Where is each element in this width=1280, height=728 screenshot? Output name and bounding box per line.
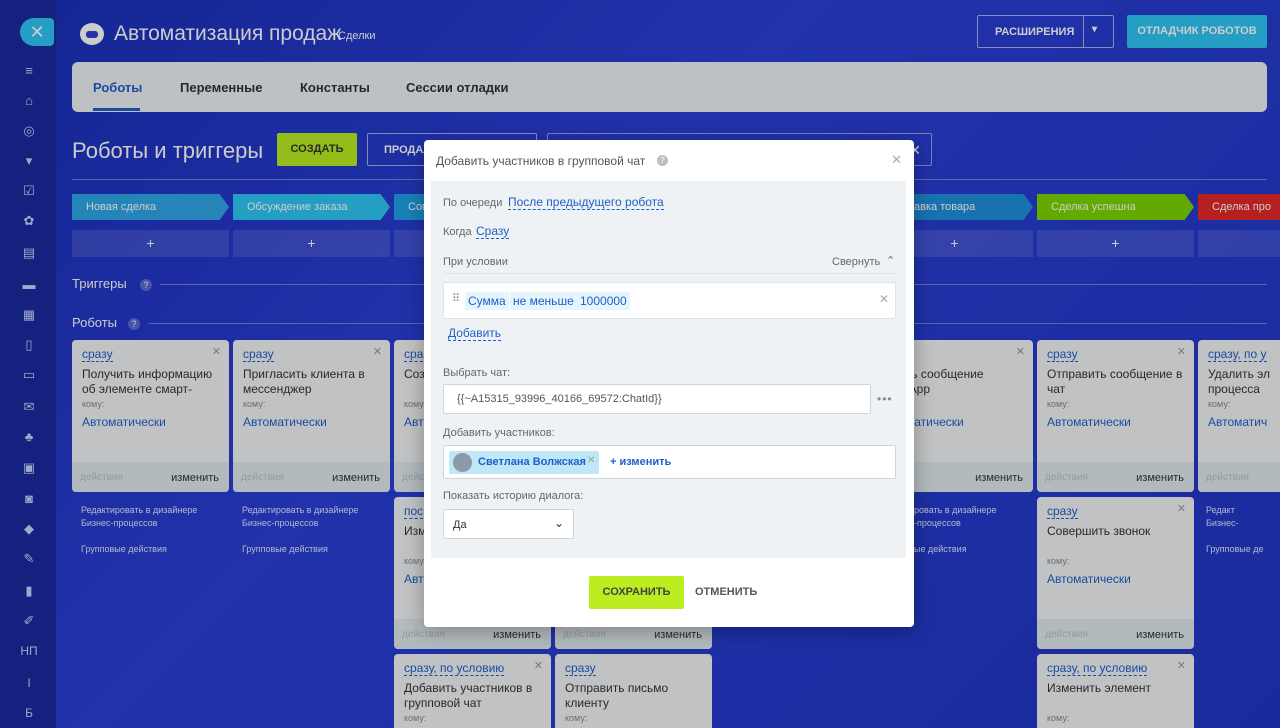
dialog-body: По очереди После предыдущего робота Когд… (431, 181, 906, 558)
member-tag: Светлана Волжская ✕ (449, 451, 599, 474)
condition-value[interactable]: 1000000 (577, 292, 630, 310)
help-icon[interactable]: ? (657, 155, 668, 166)
delete-condition-icon[interactable]: ✕ (879, 292, 889, 306)
chat-input[interactable]: {{~A15315_93996_40166_69572:ChatId}} (443, 384, 871, 414)
change-members-link[interactable]: + изменить (610, 456, 671, 468)
chat-label: Выбрать чат: (443, 367, 511, 379)
condition-operator[interactable]: не меньше (510, 292, 577, 310)
avatar (453, 453, 472, 472)
dialog-title: Добавить участников в групповой чат (436, 154, 646, 168)
save-button[interactable]: СОХРАНИТЬ (589, 576, 684, 609)
when-label: Когда (443, 226, 472, 238)
order-value-link[interactable]: После предыдущего робота (508, 196, 664, 210)
divider (443, 273, 896, 274)
chevron-up-icon[interactable]: ⌃ (886, 254, 895, 267)
members-label: Добавить участников: (443, 427, 555, 439)
add-condition-link[interactable]: Добавить (448, 327, 502, 341)
members-field[interactable]: Светлана Волжская ✕ + изменить (443, 445, 896, 479)
history-label: Показать историю диалога: (443, 490, 584, 502)
cancel-button[interactable]: ОТМЕНИТЬ (695, 586, 757, 598)
when-value-link[interactable]: Сразу (476, 225, 510, 239)
chevron-down-icon: ⌄ (553, 516, 564, 530)
member-name: Светлана Волжская (478, 456, 586, 468)
collapse-link[interactable]: Свернуть (832, 256, 880, 268)
history-value: Да (453, 519, 467, 531)
history-select[interactable]: Да ⌄ (443, 509, 574, 539)
condition-field[interactable]: Сумма (465, 292, 509, 310)
drag-handle-icon[interactable]: ⠿ (452, 292, 460, 305)
condition-label: При условии (443, 256, 508, 268)
condition-row: ⠿ Сумма не меньше 1000000 ✕ (443, 282, 896, 319)
order-label: По очереди (443, 197, 503, 209)
more-icon[interactable]: ••• (877, 392, 893, 406)
close-icon[interactable]: ✕ (891, 152, 902, 168)
remove-member-icon[interactable]: ✕ (587, 455, 595, 466)
robot-settings-dialog: Добавить участников в групповой чат ? ✕ … (424, 140, 914, 627)
